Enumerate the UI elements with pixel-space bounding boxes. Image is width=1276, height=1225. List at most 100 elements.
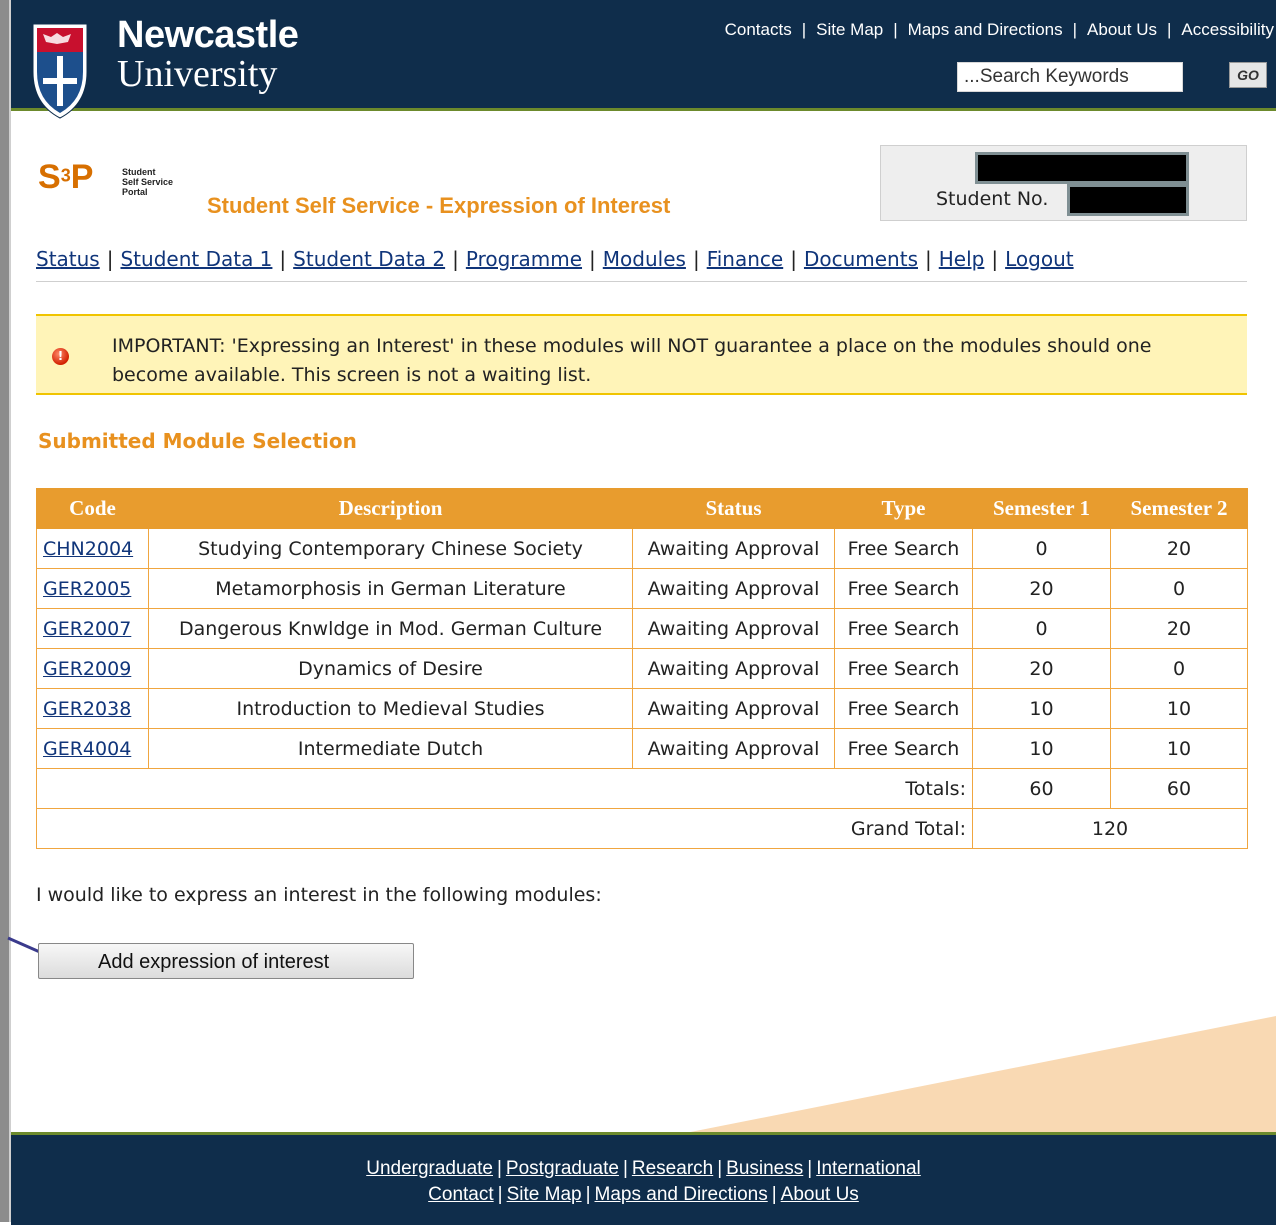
- separator: |: [692, 247, 700, 271]
- redacted-student-number: [1067, 184, 1189, 216]
- portal-nav: Status | Student Data 1 | Student Data 2 | Pro…: [36, 247, 1074, 271]
- section-heading: Submitted Module Selection: [38, 429, 357, 453]
- add-expression-of-interest-button[interactable]: Add expression of interest: [38, 943, 414, 979]
- table-row: GER2007 Dangerous Knwldge in Mod. German…: [36, 608, 1248, 649]
- decorative-wedge: [640, 1016, 1276, 1142]
- footer-link-about-us[interactable]: About Us: [781, 1184, 859, 1205]
- module-code-cell: GER4004: [36, 728, 149, 769]
- totals-semester-2: 60: [1110, 768, 1248, 809]
- nav-item-status[interactable]: Status: [36, 247, 100, 271]
- totals-row: Totals: 60 60: [36, 768, 1248, 809]
- footer-link-business[interactable]: Business: [726, 1158, 803, 1179]
- top-link-maps-directions[interactable]: Maps and Directions: [908, 20, 1063, 39]
- separator: |: [991, 247, 999, 271]
- module-type: Free Search: [834, 568, 973, 609]
- module-description: Introduction to Medieval Studies: [148, 688, 633, 729]
- footer-link-maps-directions[interactable]: Maps and Directions: [595, 1184, 768, 1205]
- nav-divider: [36, 281, 1247, 282]
- alert-icon: !: [52, 348, 69, 365]
- search-input[interactable]: [957, 62, 1183, 92]
- module-code-link[interactable]: GER4004: [43, 738, 131, 760]
- footer-link-international[interactable]: International: [816, 1158, 921, 1179]
- important-notice: ! IMPORTANT: 'Expressing an Interest' in…: [36, 314, 1247, 395]
- nav-item-logout[interactable]: Logout: [1005, 247, 1073, 271]
- separator: |: [790, 247, 797, 271]
- module-code-link[interactable]: GER2007: [43, 618, 131, 640]
- footer-link-site-map[interactable]: Site Map: [507, 1184, 582, 1205]
- grand-total-label: Grand Total:: [36, 808, 973, 849]
- module-code-link[interactable]: GER2038: [43, 698, 131, 720]
- university-shield-icon: [32, 23, 88, 119]
- separator: |: [1072, 20, 1078, 39]
- table-header-row: Code Description Status Type Semester 1 …: [36, 488, 1248, 529]
- logo-wordmark-newcastle[interactable]: Newcastle: [117, 16, 299, 54]
- separator: |: [279, 247, 287, 271]
- module-status: Awaiting Approval: [632, 528, 835, 569]
- student-number-label: Student No.: [936, 188, 1049, 210]
- footer-row-primary: Undergraduate | Postgraduate | Research | Busi…: [11, 1158, 1276, 1180]
- notice-text: IMPORTANT: 'Expressing an Interest' in t…: [112, 335, 1152, 386]
- module-semester-2-credits: 0: [1110, 568, 1248, 609]
- module-semester-1-credits: 0: [972, 528, 1111, 569]
- top-link-contacts[interactable]: Contacts: [725, 20, 792, 39]
- separator: |: [496, 1158, 502, 1179]
- footer-row-secondary: Contact | Site Map | Maps and Directions | Abo…: [11, 1184, 1276, 1206]
- module-code-cell: GER2038: [36, 688, 149, 729]
- nav-item-help[interactable]: Help: [939, 247, 985, 271]
- top-link-about-us[interactable]: About Us: [1087, 20, 1157, 39]
- separator: |: [717, 1158, 723, 1179]
- module-semester-2-credits: 10: [1110, 688, 1248, 729]
- search-go-button[interactable]: GO: [1229, 62, 1267, 88]
- nav-item-student-data-1[interactable]: Student Data 1: [120, 247, 272, 271]
- table-row: CHN2004 Studying Contemporary Chinese So…: [36, 528, 1248, 569]
- nav-item-documents[interactable]: Documents: [804, 247, 918, 271]
- column-header-status: Status: [632, 488, 835, 529]
- module-status: Awaiting Approval: [632, 568, 835, 609]
- site-footer: Undergraduate | Postgraduate | Research | Busi…: [11, 1132, 1276, 1225]
- module-semester-1-credits: 10: [972, 728, 1111, 769]
- module-description: Dynamics of Desire: [148, 648, 633, 689]
- module-code-cell: GER2005: [36, 568, 149, 609]
- module-type: Free Search: [834, 728, 973, 769]
- nav-item-modules[interactable]: Modules: [603, 247, 686, 271]
- module-code-link[interactable]: CHN2004: [43, 538, 133, 560]
- table-row: GER2038 Introduction to Medieval Studies…: [36, 688, 1248, 729]
- redacted-student-name: [975, 152, 1189, 184]
- footer-link-research[interactable]: Research: [632, 1158, 713, 1179]
- totals-label: Totals:: [36, 768, 973, 809]
- nav-item-finance[interactable]: Finance: [707, 247, 784, 271]
- separator: |: [106, 247, 114, 271]
- footer-link-undergraduate[interactable]: Undergraduate: [366, 1158, 493, 1179]
- column-header-type: Type: [834, 488, 973, 529]
- module-status: Awaiting Approval: [632, 608, 835, 649]
- grand-total-row: Grand Total: 120: [36, 808, 1248, 849]
- top-link-accessibility[interactable]: Accessibility: [1181, 20, 1274, 39]
- nav-item-student-data-2[interactable]: Student Data 2: [293, 247, 445, 271]
- module-semester-1-credits: 10: [972, 688, 1111, 729]
- footer-link-postgraduate[interactable]: Postgraduate: [506, 1158, 619, 1179]
- table-row: GER4004 Intermediate Dutch Awaiting Appr…: [36, 728, 1248, 769]
- separator: |: [893, 20, 898, 39]
- module-semester-1-credits: 20: [972, 568, 1111, 609]
- column-header-code: Code: [36, 488, 149, 529]
- module-code-link[interactable]: GER2009: [43, 658, 131, 680]
- student-info-box: Student No.: [880, 145, 1247, 221]
- module-code-link[interactable]: GER2005: [43, 578, 131, 600]
- module-code-cell: CHN2004: [36, 528, 149, 569]
- footer-link-contact[interactable]: Contact: [428, 1184, 493, 1205]
- column-header-semester-1: Semester 1: [972, 488, 1111, 529]
- module-code-cell: GER2007: [36, 608, 149, 649]
- top-link-site-map[interactable]: Site Map: [816, 20, 883, 39]
- s3p-logo-superscript: 3: [60, 165, 71, 186]
- logo-wordmark-university[interactable]: University: [117, 55, 277, 93]
- table-row: GER2009 Dynamics of Desire Awaiting Appr…: [36, 648, 1248, 689]
- module-status: Awaiting Approval: [632, 728, 835, 769]
- separator: |: [585, 1184, 591, 1205]
- module-description: Studying Contemporary Chinese Society: [148, 528, 633, 569]
- column-header-semester-2: Semester 2: [1110, 488, 1248, 529]
- nav-item-programme[interactable]: Programme: [466, 247, 582, 271]
- separator: |: [497, 1184, 503, 1205]
- module-semester-1-credits: 0: [972, 608, 1111, 649]
- module-semester-2-credits: 20: [1110, 528, 1248, 569]
- separator: |: [801, 20, 807, 39]
